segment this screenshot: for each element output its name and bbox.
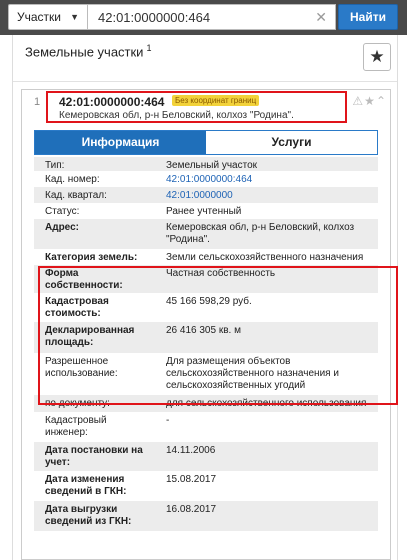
search-button[interactable]: Найти [338, 4, 398, 30]
chevron-down-icon: ▼ [70, 12, 79, 22]
cadastral-block-link[interactable]: 42:01:0000000 [166, 190, 374, 202]
property-value: Кемеровская обл, р-н Беловский, колхоз "… [166, 222, 355, 245]
favorites-button[interactable]: ★ [363, 43, 391, 71]
panel-title: Земельные участки 1 [25, 43, 151, 59]
properties-table: Тип: Земельный участок Кад. номер: 42:01… [34, 157, 378, 531]
tab-information[interactable]: Информация [35, 131, 206, 154]
status-badge: Без координат границ [172, 95, 260, 106]
property-label: Адрес: [45, 222, 79, 233]
property-value: 16.08.2017 [166, 504, 217, 515]
property-value: 14.11.2006 [166, 445, 216, 456]
clear-icon[interactable]: ✕ [315, 9, 327, 26]
card-address: Кемеровская обл, р-н Беловский, колхоз "… [59, 110, 294, 121]
result-card[interactable]: 1 42:01:0000000:464 Без координат границ… [21, 89, 398, 560]
results-count: 1 [146, 43, 152, 53]
table-row: по документу: для сельскохозяйственного … [34, 395, 378, 412]
card-tabs: Информация Услуги [34, 130, 378, 155]
table-row: Дата постановки на учет: 14.11.2006 [34, 442, 378, 471]
property-label: Кадастровый инженер: [45, 415, 107, 438]
search-input[interactable] [88, 5, 308, 29]
property-value: - [166, 415, 170, 426]
card-index: 1 [34, 96, 41, 108]
property-label: Разрешенное использование: [45, 356, 118, 379]
panel-title-text: Земельные участки [25, 44, 144, 60]
panel-header: Земельные участки 1 ★ [13, 35, 397, 82]
table-row: Кадастровый инженер: - [34, 412, 378, 442]
property-value: Земли сельскохозяйственного назначения [166, 252, 364, 263]
table-row: Категория земель: Земли сельскохозяйстве… [34, 249, 378, 265]
search-bar: Участки ▼ ✕ Найти [0, 0, 407, 35]
table-row: Дата выгрузки сведений из ГКН: 16.08.201… [34, 501, 378, 531]
property-label: Статус: [45, 206, 80, 217]
table-row: Тип: Земельный участок [34, 157, 378, 171]
cadastral-number-link[interactable]: 42:01:0000000:464 [166, 174, 374, 186]
property-value: Для размещения объектов сельскохозяйстве… [166, 356, 339, 391]
property-value: для сельскохозяйственного использования [166, 398, 367, 409]
table-row: Кад. квартал: 42:01:0000000 [34, 187, 378, 203]
warning-icon: ⚠ [352, 94, 364, 108]
property-label: Форма собственности: [45, 268, 123, 291]
table-row: Разрешенное использование: Для размещени… [34, 353, 378, 395]
property-value: Ранее учтенный [166, 206, 242, 217]
property-value: 15.08.2017 [166, 474, 217, 485]
search-field: ✕ [88, 4, 336, 30]
property-label: Дата постановки на учет: [45, 445, 143, 468]
property-label: по документу: [45, 398, 110, 409]
search-type-select[interactable]: Участки ▼ [8, 4, 88, 30]
property-value: 45 166 598,29 руб. [166, 296, 252, 307]
table-row: Адрес: Кемеровская обл, р-н Беловский, к… [34, 219, 378, 249]
results-panel: Земельные участки 1 ★ 1 42:01:0000000:464… [12, 35, 398, 560]
property-label: Дата выгрузки сведений из ГКН: [45, 504, 132, 527]
property-label: Декларированная площадь: [45, 325, 135, 348]
property-label: Дата изменения сведений в ГКН: [45, 474, 127, 497]
property-label: Кад. квартал: [45, 190, 107, 201]
card-header[interactable]: 1 42:01:0000000:464 Без координат границ… [22, 90, 390, 128]
property-label: Категория земель: [45, 252, 138, 263]
card-actions: ⚠★⌃ [351, 94, 386, 108]
card-cadastral-number: 42:01:0000000:464 [59, 95, 165, 109]
property-value: Частная собственность [166, 268, 276, 279]
table-row: Дата изменения сведений в ГКН: 15.08.201… [34, 471, 378, 501]
star-icon: ★ [369, 47, 385, 66]
table-row: Статус: Ранее учтенный [34, 203, 378, 219]
table-row: Кад. номер: 42:01:0000000:464 [34, 171, 378, 187]
table-row: Форма собственности: Частная собственнос… [34, 265, 378, 293]
collapse-icon[interactable]: ⌃ [376, 94, 386, 108]
star-icon[interactable]: ★ [364, 94, 375, 108]
table-row: Декларированная площадь: 26 416 305 кв. … [34, 322, 378, 353]
property-value: 26 416 305 кв. м [166, 325, 241, 336]
table-row: Кадастровая стоимость: 45 166 598,29 руб… [34, 293, 378, 322]
search-type-label: Участки [17, 10, 61, 24]
property-label: Кад. номер: [45, 174, 100, 185]
tab-services[interactable]: Услуги [206, 131, 377, 154]
property-label: Кадастровая стоимость: [45, 296, 109, 319]
